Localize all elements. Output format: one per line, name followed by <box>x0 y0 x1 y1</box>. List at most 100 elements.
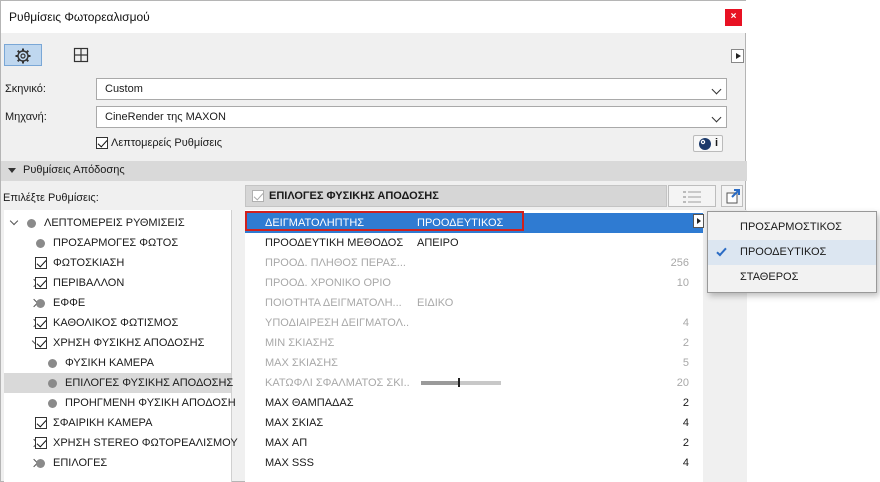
group-enable-checkbox[interactable] <box>252 190 264 202</box>
property-value[interactable]: ΕΙΔΙΚΟ <box>417 293 453 313</box>
settings-tree: ΛΕΠΤΟΜΕΡΕΙΣ ΡΥΘΜΙΣΕΙΣ ΠΡΟΣΑΡΜΟΓΕΣ ΦΩΤΟΣ ΦΩ… <box>4 210 238 482</box>
property-name: ΠΡΟΟΔ. ΧΡΟΝΙΚΟ ΟΡΙΟ <box>265 277 391 289</box>
status-dot-icon <box>48 399 57 408</box>
tree-item[interactable]: ΛΕΠΤΟΜΕΡΕΙΣ ΡΥΘΜΙΣΕΙΣ <box>4 213 231 233</box>
tree-item-checkbox[interactable] <box>35 437 47 449</box>
property-number[interactable]: 2 <box>683 333 689 353</box>
property-row[interactable]: ΥΠΟΔΙΑΙΡΕΣΗ ΔΕΙΓΜΑΤΟΛ... 4 <box>245 313 703 333</box>
list-view-button[interactable] <box>668 185 716 207</box>
scene-label: Σκηνικό: <box>5 83 46 95</box>
cinema4d-icon <box>699 138 711 150</box>
slider-track[interactable] <box>421 381 501 385</box>
sampler-option[interactable]: ΠΡΟΣΑΡΜΟΣΤΙΚΟΣ <box>708 215 876 240</box>
property-row[interactable]: MAX SSS 4 <box>245 453 703 473</box>
tree-item-label: ΕΠΙΛΟΓΕΣ <box>53 457 108 469</box>
tree-item-label: ΚΑΘΟΛΙΚΟΣ ΦΩΤΙΣΜΟΣ <box>53 317 179 329</box>
status-dot-icon <box>48 379 57 388</box>
title-bar: Ρυθμίσεις Φωτορεαλισμού × <box>1 1 747 33</box>
tree-item-checkbox[interactable] <box>35 277 47 289</box>
property-name: ΚΑΤΩΦΛΙ ΣΦΑΛΜΑΤΟΣ ΣΚΙ... <box>265 377 410 389</box>
engine-label: Μηχανή: <box>5 111 47 123</box>
tree-item-label: ΧΡΗΣΗ STEREO ΦΩΤΟΡΕΑΛΙΣΜΟΥ <box>53 437 238 449</box>
tree-item[interactable]: ΦΩΤΟΣΚΙΑΣΗ <box>4 253 231 273</box>
tree-item[interactable]: ΦΥΣΙΚΗ ΚΑΜΕΡΑ <box>4 353 231 373</box>
tree-item[interactable]: ΕΠΙΛΟΓΕΣ ΦΥΣΙΚΗΣ ΑΠΟΔΟΣΗΣ <box>4 373 233 393</box>
tree-item-checkbox[interactable] <box>35 417 47 429</box>
status-dot-icon <box>36 299 45 308</box>
close-button[interactable]: × <box>725 9 742 26</box>
property-row[interactable]: MAX ΣΚΙΑΣ 4 <box>245 413 703 433</box>
property-name: ΠΟΙΟΤΗΤΑ ΔΕΙΓΜΑΤΟΛΗ... <box>265 297 402 309</box>
property-row[interactable]: MAX ΑΠ 2 <box>245 433 703 453</box>
tree-item[interactable]: ΠΡΟΗΓΜΕΝΗ ΦΥΣΙΚΗ ΑΠΟΔΟΣΗ <box>4 393 236 413</box>
tree-item-label: ΣΦΑΙΡΙΚΗ ΚΑΜΕΡΑ <box>53 417 153 429</box>
property-number[interactable]: 20 <box>677 373 689 393</box>
property-row[interactable]: MAX ΣΚΙΑΣΗΣ 5 <box>245 353 703 373</box>
chevron-down-icon[interactable] <box>9 216 19 226</box>
property-row[interactable]: MAX ΘΑΜΠΑΔΑΣ 2 <box>245 393 703 413</box>
property-number[interactable]: 2 <box>683 433 689 453</box>
property-row[interactable]: ΠΡΟΟΔΕΥΤΙΚΗ ΜΕΘΟΔΟΣ ΑΠΕΙΡΟ <box>245 233 703 253</box>
tree-item-checkbox[interactable] <box>35 257 47 269</box>
tree-item[interactable]: ΕΠΙΛΟΓΕΣ <box>4 453 231 473</box>
property-number[interactable]: 5 <box>683 353 689 373</box>
expand-panel-button[interactable] <box>731 49 744 63</box>
group-title: ΕΠΙΛΟΓΕΣ ΦΥΣΙΚΗΣ ΑΠΟΔΟΣΗΣ <box>269 190 439 202</box>
chevron-down-icon <box>711 112 722 123</box>
property-name: MIN ΣΚΙΑΣΗΣ <box>265 337 335 349</box>
tree-item[interactable]: ΧΡΗΣΗ ΦΥΣΙΚΗΣ ΑΠΟΔΟΣΗΣ <box>4 333 231 353</box>
tree-item-label: ΦΩΤΟΣΚΙΑΣΗ <box>53 257 125 269</box>
tree-item[interactable]: ΠΕΡΙΒΑΛΛΟΝ <box>4 273 231 293</box>
property-row[interactable]: MIN ΣΚΙΑΣΗΣ 2 <box>245 333 703 353</box>
choose-settings-label: Επιλέξτε Ρυθμίσεις: <box>3 192 99 204</box>
tree-item[interactable]: ΠΡΟΣΑΡΜΟΓΕΣ ΦΩΤΟΣ <box>4 233 231 253</box>
tree-item[interactable]: ΧΡΗΣΗ STEREO ΦΩΤΟΡΕΑΛΙΣΜΟΥ <box>4 433 238 453</box>
scene-select[interactable]: Custom <box>96 78 727 100</box>
settings-group-header: ΕΠΙΛΟΓΕΣ ΦΥΣΙΚΗΣ ΑΠΟΔΟΣΗΣ <box>245 185 667 207</box>
status-dot-icon <box>36 239 45 248</box>
checkmark-icon <box>716 245 727 257</box>
property-number[interactable]: 2 <box>683 393 689 413</box>
tree-item[interactable]: ΕΦΦΕ <box>4 293 231 313</box>
gear-icon <box>15 48 31 64</box>
property-name: MAX ΣΚΙΑΣ <box>265 417 324 429</box>
property-name: MAX ΣΚΙΑΣΗΣ <box>265 357 338 369</box>
tree-item[interactable]: ΣΦΑΙΡΙΚΗ ΚΑΜΕΡΑ <box>4 413 231 433</box>
engine-select[interactable]: CineRender της MAXON <box>96 106 727 128</box>
status-dot-icon <box>36 459 45 468</box>
tree-item-label: ΦΥΣΙΚΗ ΚΑΜΕΡΑ <box>65 357 154 369</box>
tree-item-label: ΕΦΦΕ <box>53 297 86 309</box>
tab-settings[interactable] <box>4 44 42 66</box>
section-title: Ρυθμίσεις Απόδοσης <box>23 164 125 176</box>
dropdown-arrow-button[interactable] <box>693 214 704 228</box>
tab-size-layout[interactable] <box>62 44 100 66</box>
render-settings-section-header[interactable]: Ρυθμίσεις Απόδοσης <box>1 161 747 181</box>
property-number[interactable]: 4 <box>683 313 689 333</box>
property-number[interactable]: 4 <box>683 453 689 473</box>
properties-list: ΔΕΙΓΜΑΤΟΛΗΠΤΗΣ ΠΡΟΟΔΕΥΤΙΚΟΣ ΠΡΟΟΔΕΥΤΙΚΗ ΜΕ… <box>245 210 703 482</box>
detailed-settings-checkbox[interactable]: Λεπτομερείς Ρυθμίσεις <box>96 137 222 151</box>
property-value[interactable]: ΑΠΕΙΡΟ <box>417 233 459 253</box>
tree-item[interactable]: ΚΑΘΟΛΙΚΟΣ ΦΩΤΙΣΜΟΣ <box>4 313 231 333</box>
scene-value: Custom <box>105 83 143 95</box>
property-number[interactable]: 4 <box>683 413 689 433</box>
export-settings-button[interactable] <box>721 185 743 207</box>
property-name: ΠΡΟΟΔΕΥΤΙΚΗ ΜΕΘΟΔΟΣ <box>265 237 404 249</box>
tree-item-label: ΛΕΠΤΟΜΕΡΕΙΣ ΡΥΘΜΙΣΕΙΣ <box>44 217 185 229</box>
chevron-down-icon <box>711 84 722 95</box>
slider-handle[interactable] <box>458 378 460 387</box>
property-row[interactable]: ΠΡΟΟΔ. ΠΛΗΘΟΣ ΠΕΡΑΣ... 256 <box>245 253 703 273</box>
sampler-option[interactable]: ΠΡΟΟΔΕΥΤΙΚΟΣ <box>708 240 876 265</box>
arrow-right-icon <box>697 218 701 224</box>
property-row[interactable]: ΠΡΟΟΔ. ΧΡΟΝΙΚΟ ΟΡΙΟ 10 <box>245 273 703 293</box>
tree-item-checkbox[interactable] <box>35 317 47 329</box>
property-row[interactable]: ΚΑΤΩΦΛΙ ΣΦΑΛΜΑΤΟΣ ΣΚΙ... 20 <box>245 373 703 393</box>
property-name: MAX ΘΑΜΠΑΔΑΣ <box>265 397 354 409</box>
sampler-option-label: ΠΡΟΟΔΕΥΤΙΚΟΣ <box>740 246 827 258</box>
property-number[interactable]: 256 <box>671 253 689 273</box>
tree-item-checkbox[interactable] <box>35 337 47 349</box>
property-number[interactable]: 10 <box>677 273 689 293</box>
sampler-option[interactable]: ΣΤΑΘΕΡΟΣ <box>708 265 876 290</box>
engine-info-button[interactable]: i <box>693 135 723 152</box>
property-row[interactable]: ΠΟΙΟΤΗΤΑ ΔΕΙΓΜΑΤΟΛΗ... ΕΙΔΙΚΟ <box>245 293 703 313</box>
